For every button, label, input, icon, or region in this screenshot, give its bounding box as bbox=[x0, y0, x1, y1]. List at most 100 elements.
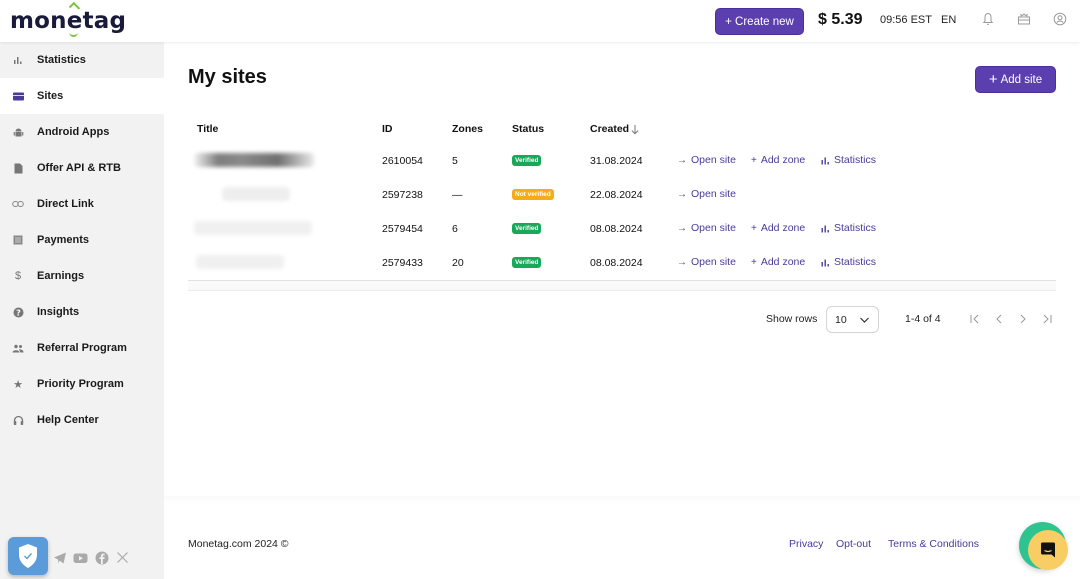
site-title-redacted[interactable] bbox=[194, 153, 314, 167]
status-badge: Verified bbox=[512, 257, 542, 268]
terms-link[interactable]: Terms & Conditions bbox=[888, 538, 979, 550]
svg-text:?: ? bbox=[16, 308, 21, 317]
sidebar-item-sites[interactable]: Sites bbox=[0, 78, 164, 114]
chat-widget-inner[interactable] bbox=[1028, 530, 1068, 570]
add-zone-link[interactable]: + Add zone bbox=[751, 154, 805, 166]
open-site-link[interactable]: → Open site bbox=[677, 188, 736, 200]
rows-per-page-select[interactable]: 10 bbox=[826, 306, 879, 333]
sidebar-item-statistics[interactable]: Statistics bbox=[0, 42, 164, 78]
sidebar-item-label: Offer API & RTB bbox=[37, 162, 121, 174]
sidebar-item-offer-api[interactable]: Offer API & RTB bbox=[0, 150, 164, 186]
last-page-icon[interactable] bbox=[1040, 312, 1054, 326]
sidebar-item-label: Sites bbox=[37, 90, 64, 102]
open-site-link[interactable]: → Open site bbox=[677, 154, 736, 166]
telegram-icon[interactable] bbox=[53, 551, 67, 565]
statistics-label: Statistics bbox=[834, 222, 877, 234]
bar-chart-icon bbox=[821, 225, 829, 232]
plus-icon: + bbox=[751, 222, 757, 234]
people-icon bbox=[12, 342, 24, 354]
statistics-link[interactable]: Statistics bbox=[821, 154, 876, 166]
add-zone-label: Add zone bbox=[760, 154, 806, 166]
site-zones: 20 bbox=[452, 257, 464, 269]
first-page-icon[interactable] bbox=[968, 312, 982, 326]
sidebar-item-earnings[interactable]: $ Earnings bbox=[0, 258, 164, 294]
add-zone-link[interactable]: + Add zone bbox=[751, 222, 805, 234]
sidebar-item-help-center[interactable]: Help Center bbox=[0, 402, 164, 438]
bar-chart-icon bbox=[821, 157, 829, 164]
sidebar-item-android-apps[interactable]: Android Apps bbox=[0, 114, 164, 150]
add-site-button[interactable]: + Add site bbox=[975, 66, 1056, 93]
link-icon bbox=[12, 198, 24, 210]
column-header-created[interactable]: Created bbox=[590, 123, 640, 135]
site-title-redacted[interactable] bbox=[196, 255, 284, 269]
table-scrollbar[interactable] bbox=[188, 280, 1056, 291]
sidebar-item-label: Insights bbox=[37, 306, 80, 318]
star-icon: ★ bbox=[13, 378, 23, 391]
site-created: 31.08.2024 bbox=[590, 155, 643, 167]
open-site-label: Open site bbox=[691, 256, 736, 268]
previous-page-icon[interactable] bbox=[992, 312, 1006, 326]
statistics-link[interactable]: Statistics bbox=[821, 256, 876, 268]
help-circle-icon: ? bbox=[12, 306, 24, 318]
sidebar-item-label: Statistics bbox=[37, 54, 86, 66]
plus-icon: + bbox=[988, 71, 998, 88]
opt-out-link[interactable]: Opt-out bbox=[836, 538, 871, 550]
sites-icon bbox=[12, 90, 24, 102]
time-display: 09:56 EST bbox=[880, 14, 932, 26]
open-site-label: Open site bbox=[691, 188, 736, 200]
youtube-icon[interactable] bbox=[73, 551, 88, 565]
status-badge: Verified bbox=[512, 155, 542, 166]
sidebar-item-label: Direct Link bbox=[37, 198, 94, 210]
site-created: 22.08.2024 bbox=[590, 189, 643, 201]
column-header-title[interactable]: Title bbox=[197, 123, 218, 135]
logo[interactable]: monetag bbox=[10, 8, 126, 34]
open-site-link[interactable]: → Open site bbox=[677, 256, 736, 268]
x-icon[interactable] bbox=[116, 551, 130, 565]
column-header-zones[interactable]: Zones bbox=[452, 123, 483, 135]
footer-divider bbox=[164, 496, 1080, 504]
site-created: 08.08.2024 bbox=[590, 257, 643, 269]
plus-icon: + bbox=[751, 256, 757, 268]
create-new-button[interactable]: + Create new bbox=[715, 8, 804, 35]
table-row: 2610054 5 Verified 31.08.2024 → Open site… bbox=[188, 144, 1056, 178]
next-page-icon[interactable] bbox=[1016, 312, 1030, 326]
site-zones: — bbox=[452, 189, 463, 201]
site-zones: 5 bbox=[452, 155, 458, 167]
show-rows-label: Show rows bbox=[766, 313, 818, 325]
sidebar: Statistics Sites Android Apps Offer API … bbox=[0, 42, 164, 579]
open-site-link[interactable]: → Open site bbox=[677, 222, 736, 234]
language-selector[interactable]: EN bbox=[941, 14, 956, 26]
facebook-icon[interactable] bbox=[95, 551, 109, 565]
plus-icon: + bbox=[751, 154, 757, 166]
sidebar-item-insights[interactable]: ? Insights bbox=[0, 294, 164, 330]
security-shield-button[interactable] bbox=[8, 537, 48, 575]
bell-icon[interactable] bbox=[981, 12, 997, 28]
sidebar-item-direct-link[interactable]: Direct Link bbox=[0, 186, 164, 222]
rows-per-page-value: 10 bbox=[835, 313, 847, 326]
site-title-redacted[interactable] bbox=[194, 221, 312, 235]
sidebar-item-label: Payments bbox=[37, 234, 89, 246]
sort-down-icon bbox=[631, 124, 639, 134]
gift-icon[interactable] bbox=[1017, 12, 1033, 28]
column-header-id[interactable]: ID bbox=[382, 123, 393, 135]
table-row: 2579454 6 Verified 08.08.2024 → Open site… bbox=[188, 212, 1056, 246]
balance: $ 5.39 bbox=[818, 11, 863, 28]
user-icon[interactable] bbox=[1053, 12, 1069, 28]
sidebar-item-referral-program[interactable]: Referral Program bbox=[0, 330, 164, 366]
site-id: 2579454 bbox=[382, 223, 423, 235]
sidebar-item-payments[interactable]: Payments bbox=[0, 222, 164, 258]
add-zone-link[interactable]: + Add zone bbox=[751, 256, 805, 268]
column-header-created-label: Created bbox=[590, 123, 630, 135]
open-site-label: Open site bbox=[691, 222, 736, 234]
statistics-link[interactable]: Statistics bbox=[821, 222, 876, 234]
bar-chart-icon bbox=[12, 54, 24, 66]
site-zones: 6 bbox=[452, 223, 458, 235]
sidebar-item-priority-program[interactable]: ★ Priority Program bbox=[0, 366, 164, 402]
column-header-status[interactable]: Status bbox=[512, 123, 544, 135]
site-id: 2610054 bbox=[382, 155, 423, 167]
privacy-link[interactable]: Privacy bbox=[789, 538, 823, 550]
statistics-label: Statistics bbox=[834, 154, 877, 166]
shield-icon bbox=[19, 544, 37, 568]
sidebar-item-label: Priority Program bbox=[37, 378, 124, 390]
site-title-redacted[interactable] bbox=[222, 187, 290, 201]
